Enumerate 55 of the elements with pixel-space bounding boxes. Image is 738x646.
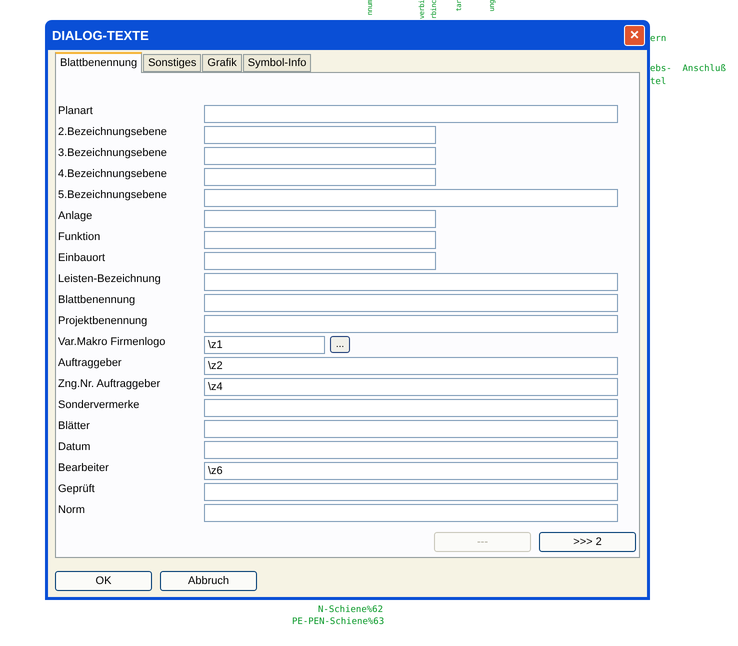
- text-field[interactable]: [204, 398, 618, 416]
- field-label: Norm: [58, 504, 86, 516]
- canvas-label: ebs- Anschluß: [650, 64, 726, 74]
- field-label: Funktion: [58, 230, 102, 242]
- field-label: Einbauort: [58, 252, 106, 264]
- canvas-label: PE-PEN-Schiene%63: [292, 617, 384, 627]
- text-field[interactable]: [204, 230, 436, 248]
- field-label: Planart: [58, 104, 94, 116]
- canvas-label: N-Schiene%62: [318, 605, 384, 615]
- field-label: Anlage: [58, 210, 94, 222]
- text-field[interactable]: [204, 188, 618, 206]
- field-label: Bearbeiter: [58, 462, 110, 474]
- field-label: Zng.Nr. Auftraggeber: [58, 378, 162, 390]
- field-label: Sondervermerke: [58, 398, 140, 410]
- text-field[interactable]: [204, 126, 436, 144]
- field-label: Var.Makro Firmenlogo: [58, 336, 166, 348]
- text-field[interactable]: \z4: [204, 378, 618, 396]
- text-field[interactable]: [204, 294, 618, 312]
- field-label: 3.Bezeichnungsebene: [58, 146, 168, 158]
- canvas-label: tel: [650, 77, 666, 87]
- text-field[interactable]: \z2: [204, 356, 618, 374]
- text-field[interactable]: [204, 420, 618, 438]
- field-label: 4.Bezeichnungsebene: [58, 168, 168, 180]
- text-field[interactable]: [204, 168, 436, 186]
- field-label: Blattbenennung: [58, 294, 136, 306]
- tab[interactable]: Sonstiges: [143, 54, 202, 72]
- text-field[interactable]: [204, 272, 618, 290]
- close-button[interactable]: ✕: [624, 24, 645, 46]
- field-label: Geprüft: [58, 482, 96, 494]
- text-field[interactable]: \z6: [204, 462, 618, 480]
- text-field[interactable]: \z1: [204, 336, 325, 354]
- text-field[interactable]: [204, 252, 436, 270]
- text-field[interactable]: [204, 482, 618, 500]
- text-field[interactable]: [204, 440, 618, 458]
- field-label: 5.Bezeichnungsebene: [58, 188, 168, 200]
- field-label: Projektbenennung: [58, 314, 148, 326]
- tab[interactable]: Symbol-Info: [242, 54, 312, 72]
- canvas-label: ern: [650, 34, 666, 44]
- dialog-button[interactable]: OK: [55, 571, 152, 591]
- dialog-button[interactable]: Abbruch: [160, 571, 257, 591]
- window-title: DIALOG-TEXTE: [52, 28, 149, 42]
- text-field[interactable]: [204, 146, 436, 164]
- tab[interactable]: Grafik: [202, 54, 242, 72]
- text-field[interactable]: [204, 504, 618, 522]
- text-field[interactable]: [204, 314, 618, 332]
- page-button[interactable]: >>> 2: [539, 532, 636, 552]
- field-label: Blätter: [58, 420, 91, 432]
- tab[interactable]: Blattbenennung: [55, 52, 142, 73]
- browse-button[interactable]: ...: [330, 336, 350, 353]
- field-label: Auftraggeber: [58, 356, 123, 368]
- field-label: 2.Bezeichnungsebene: [58, 126, 168, 138]
- text-field[interactable]: [204, 104, 618, 122]
- field-label: Leisten-Bezeichnung: [58, 272, 162, 284]
- text-field[interactable]: [204, 210, 436, 228]
- field-label: Datum: [58, 440, 92, 452]
